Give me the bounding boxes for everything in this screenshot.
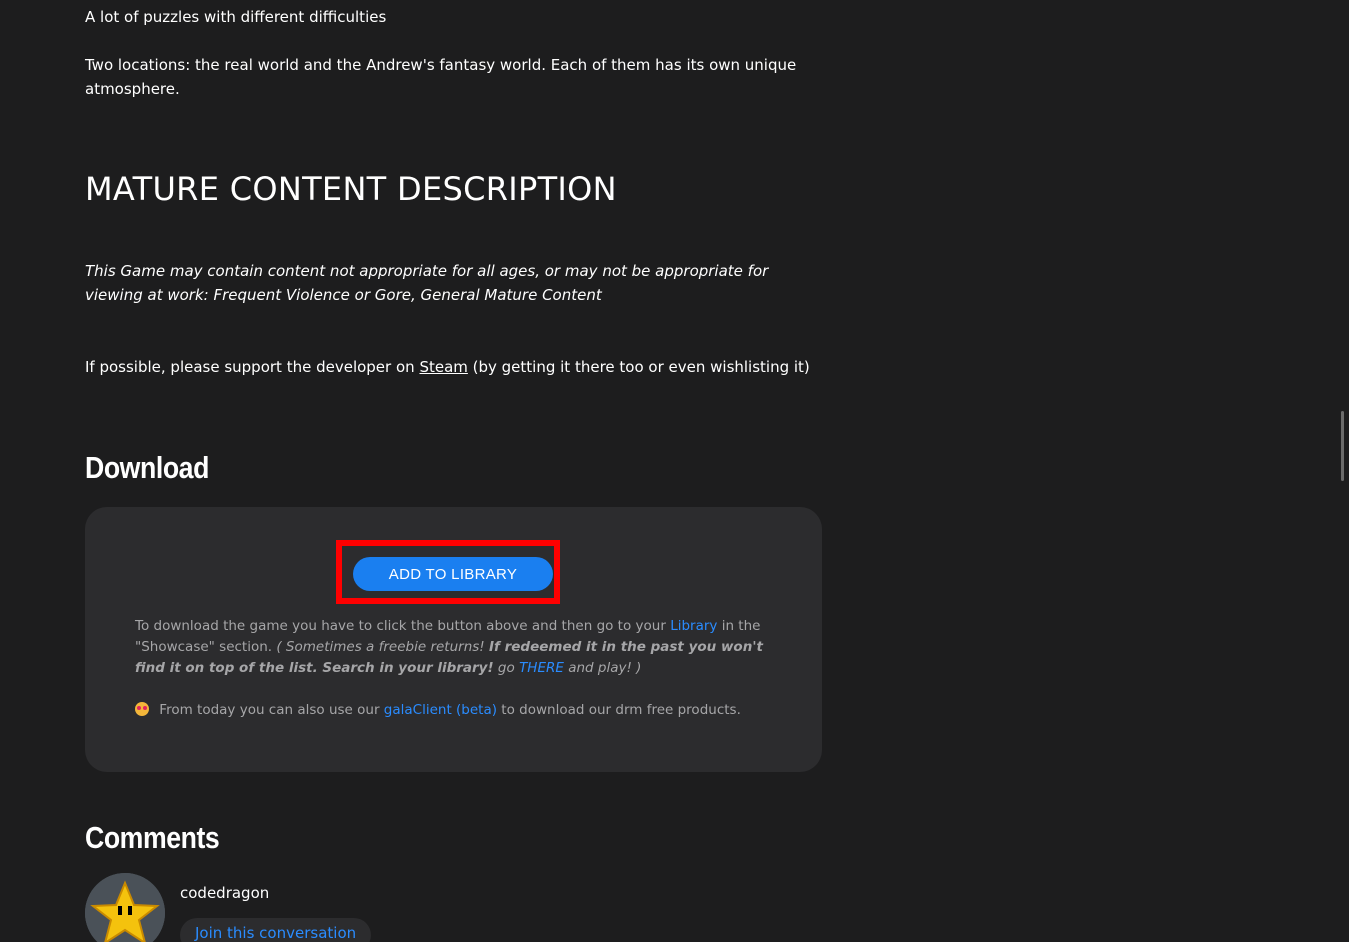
scrollbar-thumb[interactable] [1341, 411, 1344, 481]
mature-content-description: This Game may contain content not approp… [85, 262, 769, 304]
instructions-text: To download the game you have to click t… [135, 618, 671, 634]
support-prefix: If possible, please support the develope… [85, 358, 420, 376]
download-instructions: To download the game you have to click t… [135, 616, 765, 679]
join-conversation-button[interactable]: Join this conversation [180, 918, 372, 942]
galaclient-link[interactable]: galaClient (beta) [384, 702, 497, 718]
page: A lot of puzzles with different difficul… [0, 0, 1349, 942]
star-avatar-icon [85, 873, 165, 942]
steam-link[interactable]: Steam [419, 358, 467, 376]
galaclient-note: From today you can also use our galaClie… [135, 700, 741, 721]
comments-heading: Comments [85, 820, 220, 855]
support-suffix: (by getting it there too or even wishlis… [467, 358, 810, 376]
client-prefix: From today you can also use our [155, 702, 384, 718]
library-link[interactable]: Library [670, 618, 717, 634]
freebie-note: ( Sometimes a freebie returns! [276, 639, 489, 655]
go-text: go [493, 660, 520, 676]
comment-username: codedragon [180, 884, 270, 902]
there-link[interactable]: THERE [519, 660, 564, 676]
add-to-library-button[interactable]: ADD TO LIBRARY [353, 557, 553, 591]
download-heading: Download [85, 450, 209, 485]
avatar[interactable] [85, 873, 165, 942]
client-suffix: to download our drm free products. [497, 702, 741, 718]
mature-content-heading: MATURE CONTENT DESCRIPTION [85, 170, 617, 208]
feature-locations: Two locations: the real world and the An… [85, 56, 797, 98]
download-box: ADD TO LIBRARY To download the game you … [85, 507, 822, 772]
feature-puzzles: A lot of puzzles with different difficul… [85, 8, 387, 26]
star-struck-emoji-icon [135, 702, 149, 716]
play-text: and play! ) [563, 660, 642, 676]
support-developer-text: If possible, please support the develope… [85, 355, 810, 379]
